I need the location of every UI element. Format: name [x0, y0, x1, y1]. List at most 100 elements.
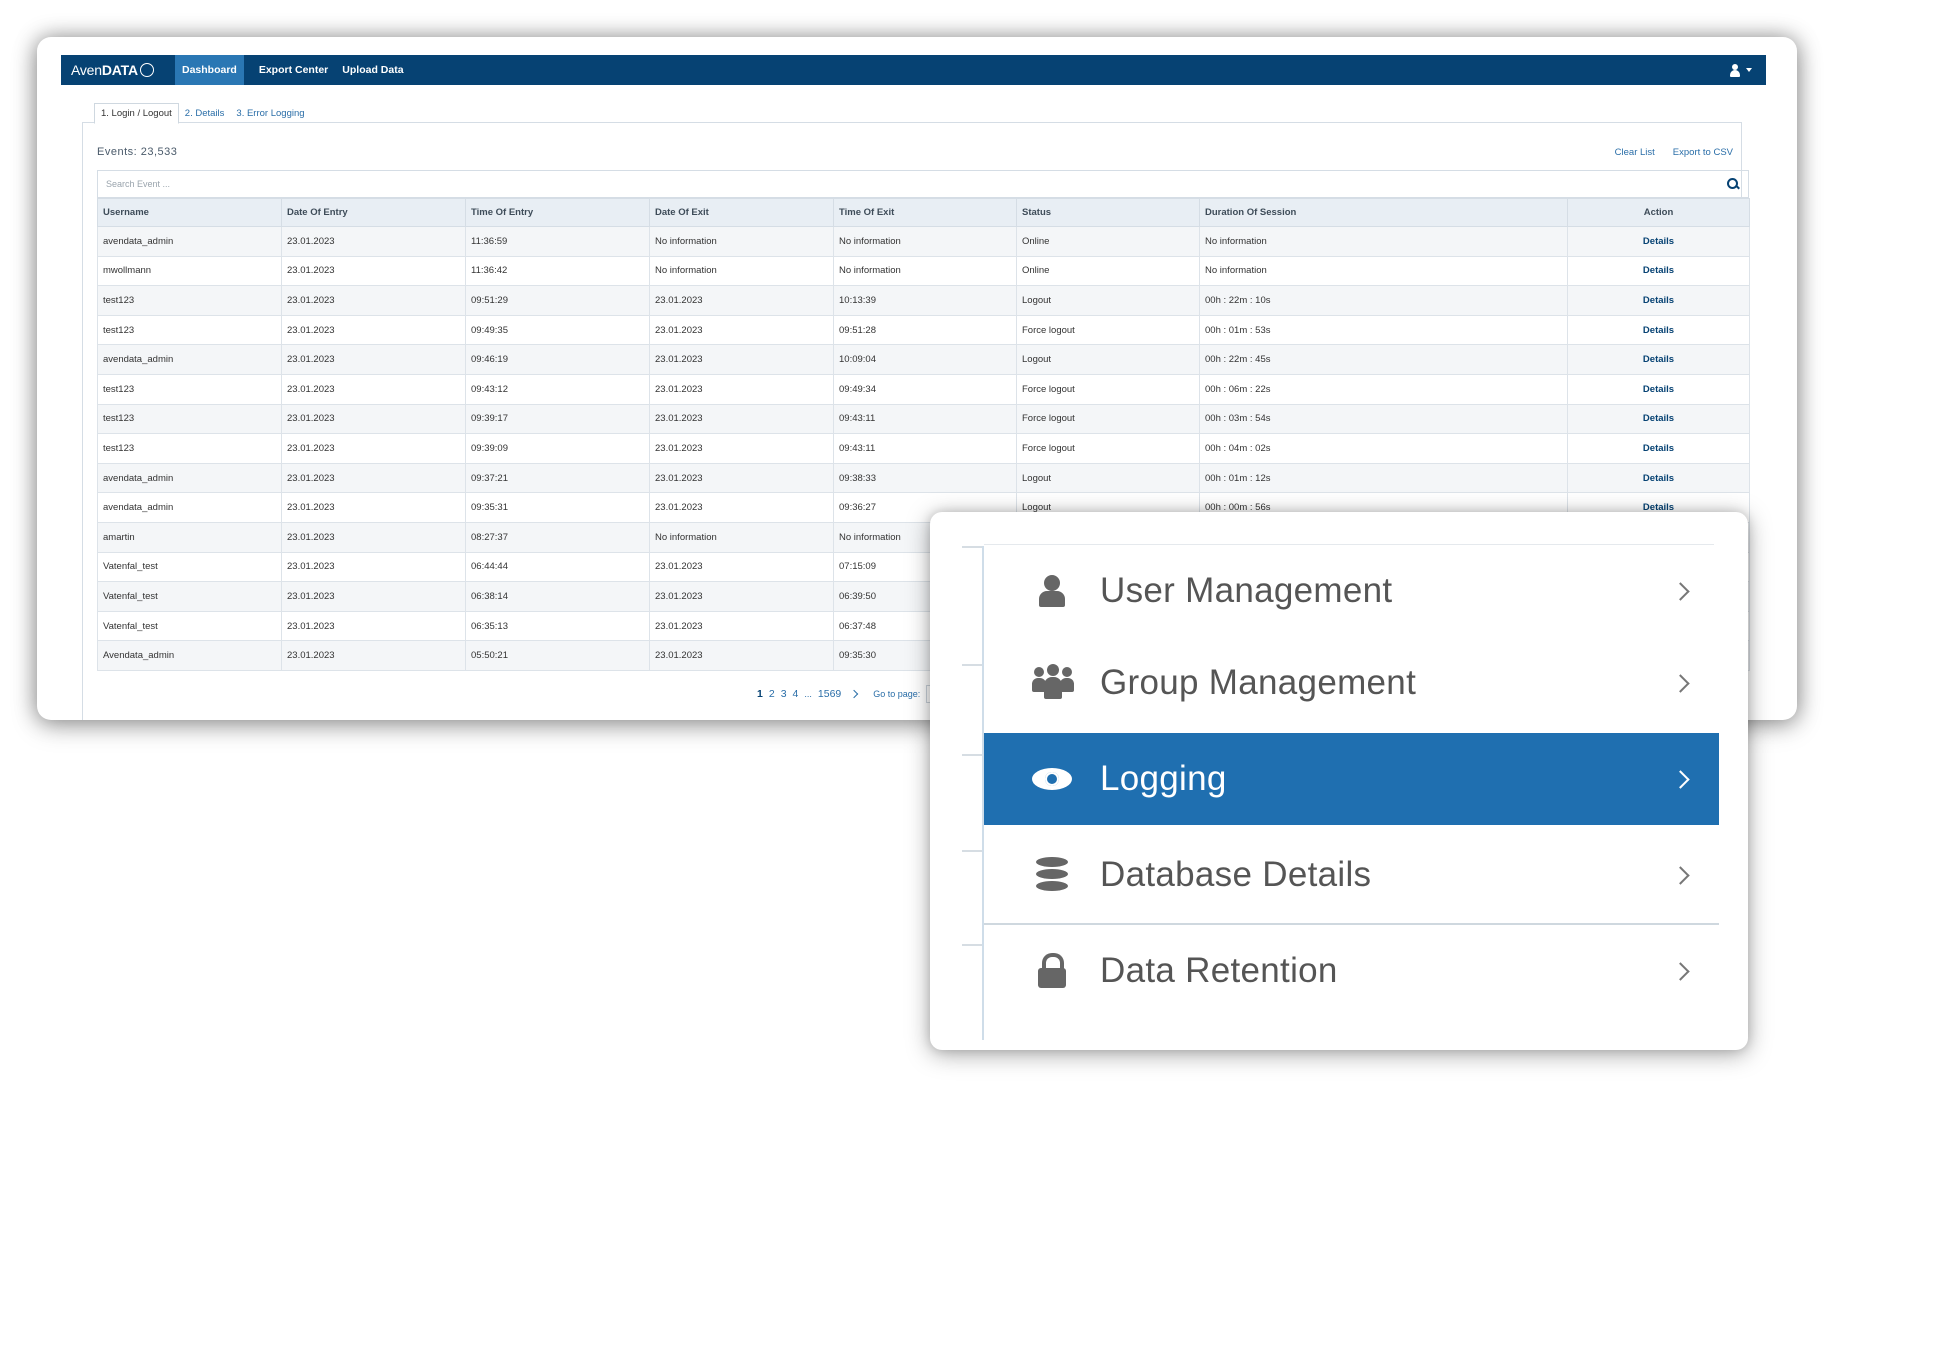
- table-cell: 23.01.2023: [281, 640, 466, 671]
- table-cell: avendata_admin: [97, 226, 282, 257]
- details-link[interactable]: Details: [1643, 443, 1674, 454]
- logo-bold: DATA: [101, 62, 138, 78]
- table-cell: 09:38:33: [833, 462, 1017, 494]
- table-cell: 23.01.2023: [281, 551, 466, 583]
- table-cell: 09:49:34: [833, 373, 1017, 405]
- table-cell: 08:27:37: [465, 521, 650, 553]
- eye-icon: [1032, 759, 1072, 799]
- sidebar-item-group-management[interactable]: Group Management: [984, 637, 1719, 729]
- table-row: test123 23.01.2023 09:39:17 23.01.2023 09:43…: [97, 403, 1750, 435]
- page-link-current[interactable]: 1: [757, 688, 763, 700]
- table-cell: 23.01.2023: [281, 581, 466, 612]
- sidebar-item-label: Data Retention: [1100, 951, 1338, 990]
- page-link[interactable]: 2: [769, 688, 775, 700]
- table-cell: 23.01.2023: [281, 255, 466, 287]
- column-header[interactable]: Date Of Exit: [649, 198, 834, 227]
- clear-list-link[interactable]: Clear List: [1615, 147, 1655, 158]
- details-link[interactable]: Details: [1643, 325, 1674, 336]
- sidebar-item-database-details[interactable]: Database Details: [984, 829, 1719, 921]
- rail-tick: [962, 944, 982, 946]
- details-link[interactable]: Details: [1643, 384, 1674, 395]
- details-cell: Details: [1567, 433, 1750, 464]
- table-cell: 23.01.2023: [649, 314, 834, 346]
- details-cell: Details: [1567, 462, 1750, 494]
- export-csv-link[interactable]: Export to CSV: [1673, 147, 1733, 158]
- table-cell: Force logout: [1016, 314, 1200, 346]
- details-link[interactable]: Details: [1643, 236, 1674, 247]
- table-cell: 06:44:44: [465, 551, 650, 583]
- table-cell: 10:09:04: [833, 344, 1017, 375]
- column-header[interactable]: Date Of Entry: [281, 198, 466, 227]
- details-link[interactable]: Details: [1643, 295, 1674, 306]
- table-cell: 06:35:13: [465, 610, 650, 642]
- details-link[interactable]: Details: [1643, 354, 1674, 365]
- column-header[interactable]: Username: [97, 198, 282, 227]
- page-link[interactable]: 3: [781, 688, 787, 700]
- column-header[interactable]: Status: [1016, 198, 1200, 227]
- page-link-last[interactable]: 1569: [818, 688, 841, 700]
- sidebar-item-user-management[interactable]: User Management: [984, 545, 1719, 637]
- table-cell: 09:43:12: [465, 373, 650, 405]
- table-cell: 23.01.2023: [281, 492, 466, 523]
- table-cell: 23.01.2023: [649, 285, 834, 316]
- column-header: Action: [1567, 198, 1750, 227]
- table-cell: Logout: [1016, 285, 1200, 316]
- details-cell: Details: [1567, 403, 1750, 435]
- tab-details[interactable]: 2. Details: [179, 104, 231, 123]
- table-cell: 23.01.2023: [649, 640, 834, 671]
- nav-dashboard[interactable]: Dashboard: [175, 55, 244, 85]
- details-cell: Details: [1567, 285, 1750, 316]
- column-header[interactable]: Duration Of Session: [1199, 198, 1568, 227]
- app-logo[interactable]: Aven DATA: [61, 62, 175, 78]
- table-cell: No information: [649, 521, 834, 553]
- search-input[interactable]: [98, 178, 1726, 190]
- table-cell: Force logout: [1016, 403, 1200, 435]
- nav-upload-data[interactable]: Upload Data: [335, 55, 410, 85]
- next-page-icon[interactable]: [850, 689, 859, 699]
- group-icon: [1032, 663, 1074, 703]
- user-icon: [1032, 571, 1072, 611]
- page-ellipsis: ...: [804, 689, 812, 699]
- lock-icon: [1032, 951, 1072, 991]
- column-header[interactable]: Time Of Entry: [465, 198, 650, 227]
- tab-error-logging[interactable]: 3. Error Logging: [230, 104, 310, 123]
- caret-down-icon: [1746, 68, 1752, 72]
- details-cell: Details: [1567, 344, 1750, 375]
- column-header[interactable]: Time Of Exit: [833, 198, 1017, 227]
- rail-tick: [962, 754, 982, 756]
- table-row: test123 23.01.2023 09:43:12 23.01.2023 09:49…: [97, 373, 1750, 405]
- table-cell: 09:39:09: [465, 433, 650, 464]
- details-link[interactable]: Details: [1643, 413, 1674, 424]
- table-cell: 23.01.2023: [649, 344, 834, 375]
- table-cell: mwollmann: [97, 255, 282, 287]
- table-cell: test123: [97, 373, 282, 405]
- details-link[interactable]: Details: [1643, 265, 1674, 276]
- chevron-right-icon: [1671, 673, 1690, 693]
- table-cell: 23.01.2023: [281, 521, 466, 553]
- logging-tabs: 1. Login / Logout 2. Details 3. Error Lo…: [94, 101, 311, 124]
- table-cell: 09:35:31: [465, 492, 650, 523]
- table-cell: 11:36:59: [465, 226, 650, 257]
- page-link[interactable]: 4: [793, 688, 799, 700]
- user-menu[interactable]: [1729, 63, 1752, 77]
- table-cell: 09:39:17: [465, 403, 650, 435]
- pagination: 1 2 3 4 ... 1569 Go to page:: [757, 685, 955, 703]
- table-cell: 23.01.2023: [649, 403, 834, 435]
- table-cell: 11:36:42: [465, 255, 650, 287]
- tab-login-logout[interactable]: 1. Login / Logout: [94, 103, 179, 124]
- table-cell: No information: [833, 255, 1017, 287]
- table-cell: test123: [97, 403, 282, 435]
- table-cell: avendata_admin: [97, 492, 282, 523]
- nav-export-center[interactable]: Export Center: [252, 55, 335, 85]
- details-link[interactable]: Details: [1643, 473, 1674, 484]
- sidebar-item-logging[interactable]: Logging: [984, 733, 1719, 825]
- details-cell: Details: [1567, 314, 1750, 346]
- table-cell: 23.01.2023: [649, 581, 834, 612]
- table-cell: 23.01.2023: [281, 226, 466, 257]
- sidebar-item-data-retention[interactable]: Data Retention: [984, 925, 1719, 1017]
- search-icon[interactable]: [1726, 177, 1740, 191]
- table-cell: 23.01.2023: [649, 610, 834, 642]
- user-icon: [1729, 63, 1741, 77]
- table-cell: 23.01.2023: [281, 433, 466, 464]
- table-cell: Force logout: [1016, 373, 1200, 405]
